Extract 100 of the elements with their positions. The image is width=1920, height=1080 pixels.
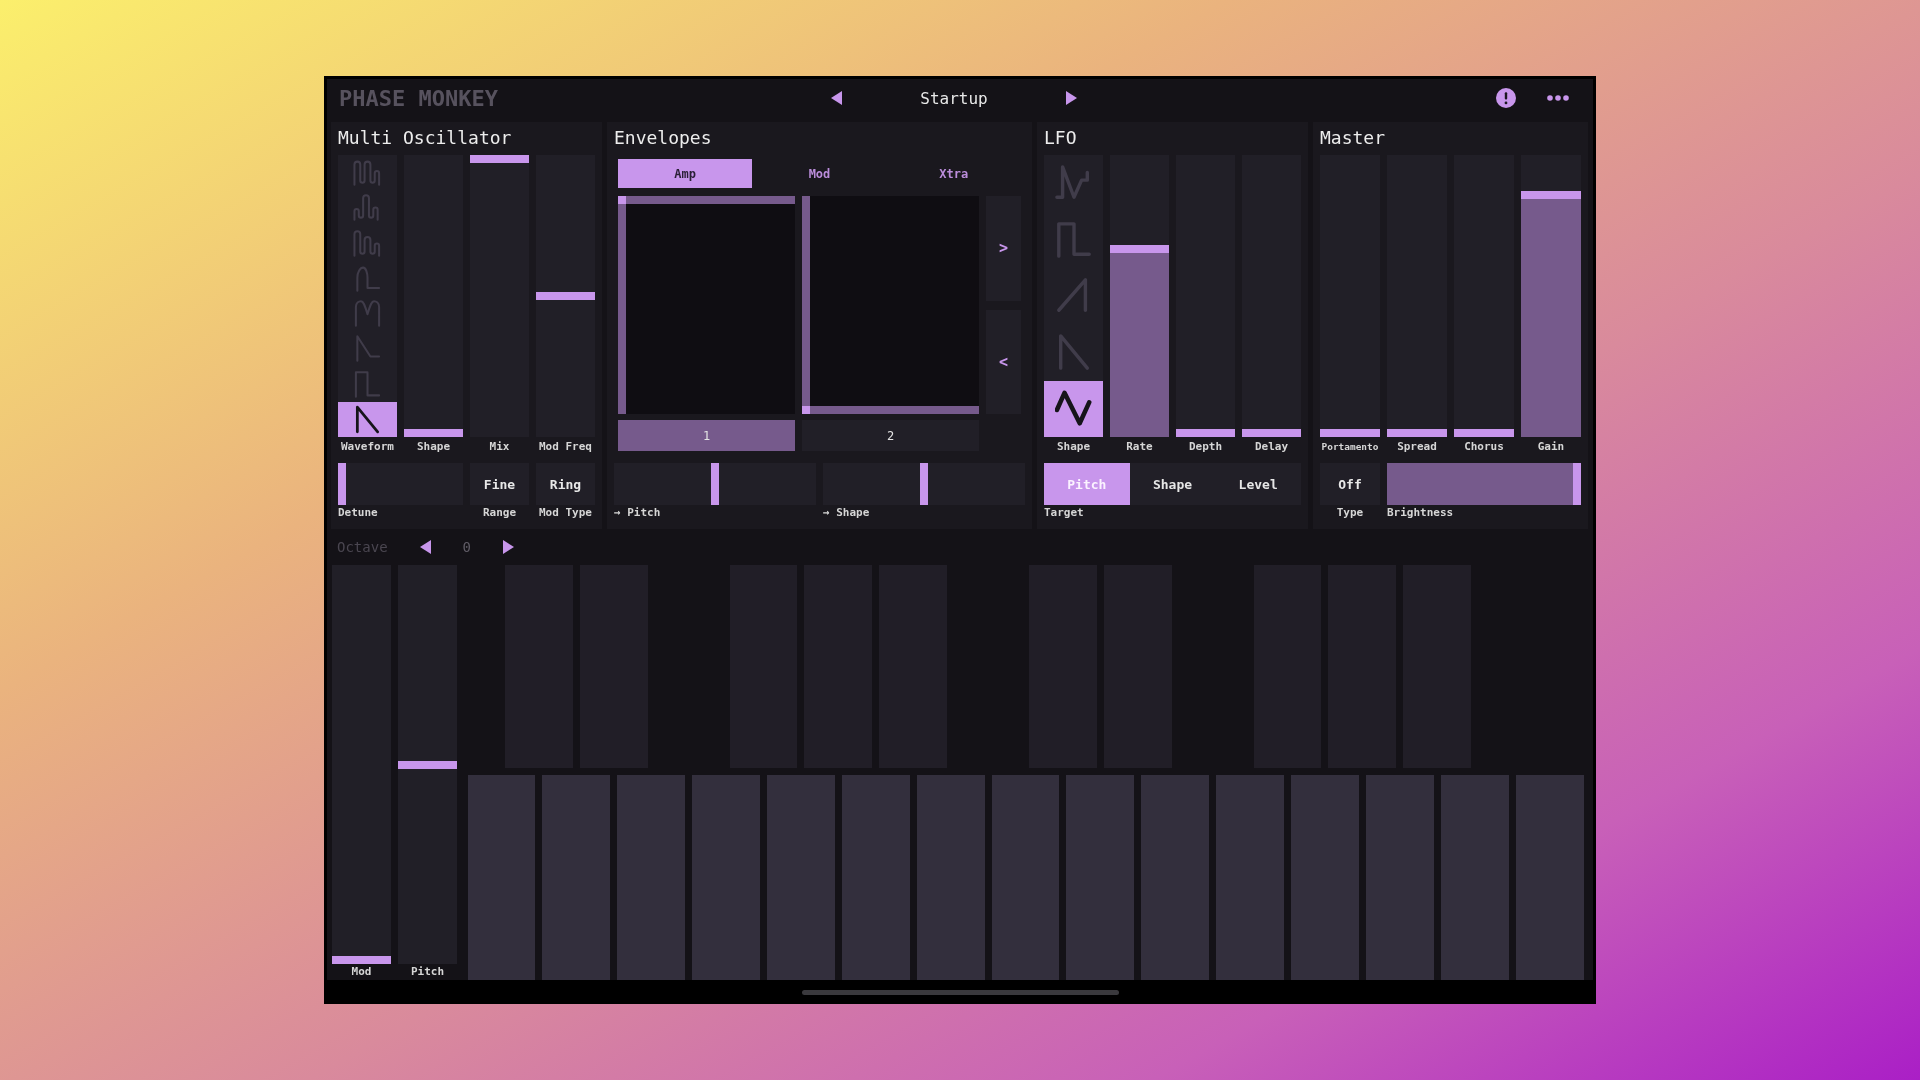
more-icon[interactable] (1547, 95, 1569, 101)
control-label: Mod Type (539, 505, 592, 521)
toggle-button[interactable]: Fine (470, 463, 529, 505)
piano-key[interactable] (1066, 775, 1135, 980)
segment-tab[interactable]: Level (1215, 463, 1301, 505)
slider-handle[interactable] (398, 760, 457, 769)
slider-handle[interactable] (332, 956, 391, 964)
slider-label: Spread (1397, 439, 1437, 455)
slider-label: Rate (1126, 439, 1153, 455)
piano-key[interactable] (617, 775, 686, 980)
octave-value: 0 (462, 539, 471, 555)
caret-right-icon[interactable] (1065, 91, 1077, 105)
piano-key[interactable] (766, 775, 835, 980)
slider-handle[interactable] (338, 463, 346, 505)
slider-handle[interactable] (1110, 245, 1169, 254)
alert-icon[interactable] (1496, 88, 1516, 108)
slider-track[interactable] (404, 155, 463, 437)
slider-label: Shape (416, 439, 451, 455)
slider-label: Portamento (1321, 440, 1379, 454)
square-wave-icon (1054, 220, 1093, 259)
slider-handle[interactable] (1176, 429, 1235, 437)
control-label: Brightness (1387, 505, 1454, 521)
piano-key[interactable] (692, 775, 760, 980)
slider-handle[interactable] (1387, 429, 1447, 437)
piano-key[interactable] (1515, 775, 1584, 980)
caret-right-icon[interactable] (503, 540, 514, 554)
slider-handle[interactable] (1573, 463, 1581, 505)
envelope-pad[interactable] (618, 196, 795, 414)
slider-handle[interactable] (1242, 429, 1301, 437)
envelope-select-button[interactable]: 1 (618, 420, 795, 451)
page-arrow-button[interactable]: < (986, 309, 1021, 414)
slider-label: Mod (351, 964, 372, 980)
pulse-burst-icon (353, 193, 382, 223)
piano-key[interactable] (1365, 775, 1434, 980)
triangle-wave-icon (1054, 389, 1093, 428)
decay-wave-icon (353, 334, 382, 364)
slider-handle[interactable] (536, 292, 595, 300)
slider-track[interactable] (1387, 155, 1447, 437)
slider-handle[interactable] (470, 155, 529, 163)
waveform-option[interactable] (1044, 380, 1103, 438)
slider-handle[interactable] (1454, 429, 1514, 437)
toggle-button[interactable]: Off (1320, 463, 1380, 505)
slider-handle[interactable] (1521, 190, 1581, 199)
square-wave-icon (353, 369, 382, 399)
slider-label: Shape (1056, 439, 1091, 455)
piano-key[interactable] (991, 775, 1060, 980)
slider-track[interactable] (1320, 155, 1380, 437)
piano-key[interactable] (1141, 775, 1210, 980)
piano-key[interactable] (916, 775, 985, 980)
slider-track[interactable] (1110, 155, 1169, 437)
toggle-button[interactable]: Ring (536, 463, 595, 505)
piano-key[interactable] (1216, 775, 1285, 980)
piano-key[interactable] (1440, 775, 1509, 980)
slider-label: Pitch (410, 964, 445, 980)
slider-label: Waveform (341, 439, 394, 455)
waveform-option[interactable] (338, 401, 397, 437)
piano-key[interactable] (542, 775, 611, 980)
slider-track[interactable] (536, 155, 595, 437)
slider-label: Mix (489, 439, 510, 455)
caret-left-icon[interactable] (419, 540, 431, 554)
envelope-tab[interactable]: Amp (618, 159, 753, 188)
slider-track[interactable] (332, 565, 391, 964)
control-label: Detune (338, 505, 378, 521)
slider-track[interactable] (470, 155, 529, 437)
segment-tab[interactable]: Shape (1129, 463, 1216, 505)
caret-left-icon[interactable] (831, 91, 843, 105)
envelope-handle[interactable] (802, 406, 810, 414)
control-label: → Pitch (614, 505, 661, 521)
slider-track[interactable] (1521, 155, 1581, 437)
preset-name: Startup (920, 88, 988, 108)
control-label: Target (1044, 505, 1084, 521)
piano-key[interactable] (467, 775, 536, 980)
piano-key[interactable] (1291, 775, 1359, 980)
slider-track[interactable] (1176, 155, 1235, 437)
envelope-handle[interactable] (618, 196, 626, 204)
slider-handle[interactable] (1320, 429, 1380, 437)
control-label: Range (482, 505, 517, 521)
slider-track[interactable] (398, 565, 457, 964)
page-arrow-button[interactable]: > (986, 196, 1021, 301)
envelope-pad[interactable] (802, 196, 979, 414)
slider-handle[interactable] (404, 429, 463, 437)
panel-title: Master (1320, 128, 1386, 148)
slider-track[interactable] (1242, 155, 1301, 437)
double-hump-wave-icon (353, 299, 382, 329)
envelope-tab[interactable]: Mod (752, 159, 887, 188)
slider-label: Chorus (1464, 439, 1504, 455)
slider-handle[interactable] (711, 463, 719, 505)
envelope-tab[interactable]: Xtra (886, 159, 1021, 188)
slider-handle[interactable] (920, 463, 928, 505)
slider-track[interactable] (1454, 155, 1514, 437)
slider-label: Gain (1537, 439, 1565, 455)
slider-track[interactable] (823, 463, 1025, 505)
slider-track[interactable] (338, 463, 463, 505)
slider-track[interactable] (614, 463, 816, 505)
slider-label: Mod Freq (539, 439, 592, 455)
control-label: → Shape (823, 505, 870, 521)
pulse-decay-icon (353, 228, 382, 258)
envelope-select-button[interactable]: 2 (802, 420, 979, 451)
piano-key[interactable] (841, 775, 910, 980)
panel-title: Envelopes (614, 128, 712, 148)
